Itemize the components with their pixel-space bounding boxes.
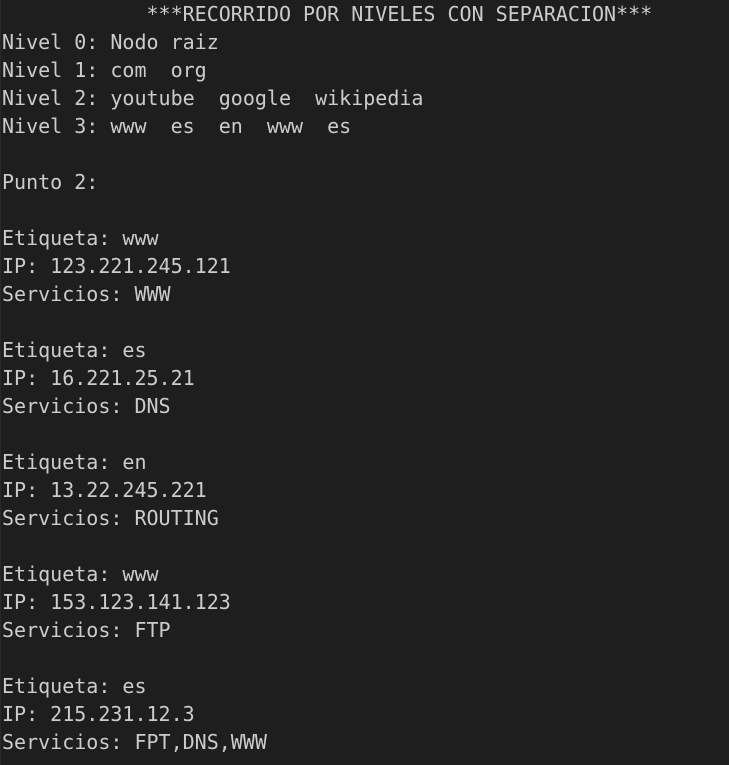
entry-label: Etiqueta: es: [2, 674, 147, 698]
console-output[interactable]: ***RECORRIDO POR NIVELES CON SEPARACION*…: [0, 0, 729, 765]
entry-block-0: Etiqueta: www IP: 123.221.245.121 Servic…: [2, 224, 729, 308]
entry-services: Servicios: FTP: [2, 618, 171, 642]
entry-services: Servicios: WWW: [2, 282, 171, 306]
level-line-3: Nivel 3: www es en www es: [2, 114, 352, 138]
entry-ip: IP: 153.123.141.123: [2, 590, 231, 614]
entry-services: Servicios: ROUTING: [2, 506, 219, 530]
header-line: ***RECORRIDO POR NIVELES CON SEPARACION*…: [2, 2, 653, 26]
entry-block-4: Etiqueta: es IP: 215.231.12.3 Servicios:…: [2, 672, 729, 756]
entry-ip: IP: 16.221.25.21: [2, 366, 195, 390]
section-title: Punto 2:: [2, 170, 99, 194]
level-line-0: Nivel 0: Nodo raiz: [2, 30, 219, 54]
entry-ip: IP: 215.231.12.3: [2, 702, 195, 726]
entry-ip: IP: 123.221.245.121: [2, 254, 231, 278]
entry-label: Etiqueta: www: [2, 562, 159, 586]
entry-ip: IP: 13.22.245.221: [2, 478, 207, 502]
level-line-1: Nivel 1: com org: [2, 58, 207, 82]
left-edge-divider: [0, 0, 1, 765]
entry-block-3: Etiqueta: www IP: 153.123.141.123 Servic…: [2, 560, 729, 644]
entry-block-1: Etiqueta: es IP: 16.221.25.21 Servicios:…: [2, 336, 729, 420]
entry-block-2: Etiqueta: en IP: 13.22.245.221 Servicios…: [2, 448, 729, 532]
level-line-2: Nivel 2: youtube google wikipedia: [2, 86, 424, 110]
entry-label: Etiqueta: en: [2, 450, 147, 474]
entry-label: Etiqueta: es: [2, 338, 147, 362]
entry-services: Servicios: DNS: [2, 394, 171, 418]
entry-label: Etiqueta: www: [2, 226, 159, 250]
entry-services: Servicios: FPT,DNS,WWW: [2, 730, 267, 754]
